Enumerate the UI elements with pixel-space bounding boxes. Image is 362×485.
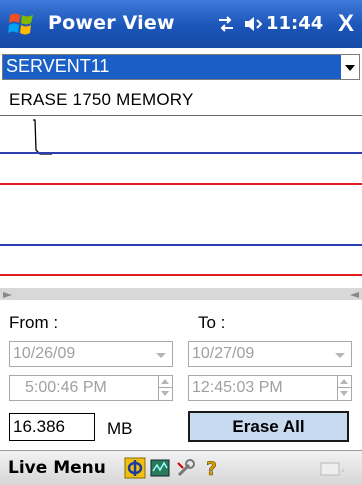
connectivity-icon[interactable] [217,15,235,33]
scroll-left-arrow-icon [3,292,12,298]
from-date-value: 10/26/09 [13,345,76,362]
memory-graph [0,115,362,295]
spin-down-icon[interactable] [338,388,351,400]
close-button[interactable]: X [333,10,359,38]
to-time-picker[interactable]: 12:45:03 PM [188,375,352,401]
from-date-picker[interactable]: 10/26/09 [9,341,173,367]
live-menu-button[interactable]: Live Menu [8,458,106,478]
section-heading: ERASE 1750 MEMORY [9,90,194,109]
keyboard-icon[interactable] [320,460,346,478]
spin-down-icon[interactable] [159,388,172,400]
help-icon[interactable]: ? [201,457,223,479]
from-time-picker[interactable]: 5:00:46 PM [9,375,173,401]
device-select[interactable]: SERVENT11 [2,54,360,80]
wrench-icon[interactable] [175,457,197,479]
from-time-spinner[interactable] [158,376,172,400]
scroll-right-arrow-icon [350,292,359,298]
horizontal-scrollbar[interactable] [0,288,362,300]
help-glyph: ? [206,458,217,479]
volume-icon[interactable] [243,14,263,34]
to-date-value: 10/27/09 [192,345,255,362]
to-label: To : [198,313,226,332]
menu-bar: Live Menu ? [0,450,362,485]
app-title: Power View [48,12,175,34]
to-date-picker[interactable]: 10/27/09 [188,341,352,367]
device-select-value: SERVENT11 [6,56,110,76]
scroll-arrows [3,292,359,298]
graph-canvas [0,119,362,276]
graph-trace-line [33,119,52,155]
to-time-spinner[interactable] [337,376,351,400]
memory-unit-label: MB [107,419,133,438]
chevron-down-icon[interactable] [156,353,166,358]
spin-up-icon[interactable] [338,376,351,388]
memory-size-field[interactable]: 16.386 [9,413,95,441]
chevron-down-icon[interactable] [335,353,345,358]
erase-all-button[interactable]: Erase All [188,411,349,442]
windows-flag-icon[interactable] [6,9,36,39]
clock[interactable]: 11:44 [266,13,323,34]
from-label: From : [9,313,59,332]
spin-up-icon[interactable] [159,376,172,388]
to-time-value: 12:45:03 PM [192,379,283,396]
chart-icon[interactable] [150,457,172,479]
title-bar: Power View 11:44 X [0,0,362,48]
chevron-down-icon[interactable] [341,55,359,79]
from-time-value: 5:00:46 PM [25,379,107,396]
phi-icon[interactable] [124,457,146,479]
